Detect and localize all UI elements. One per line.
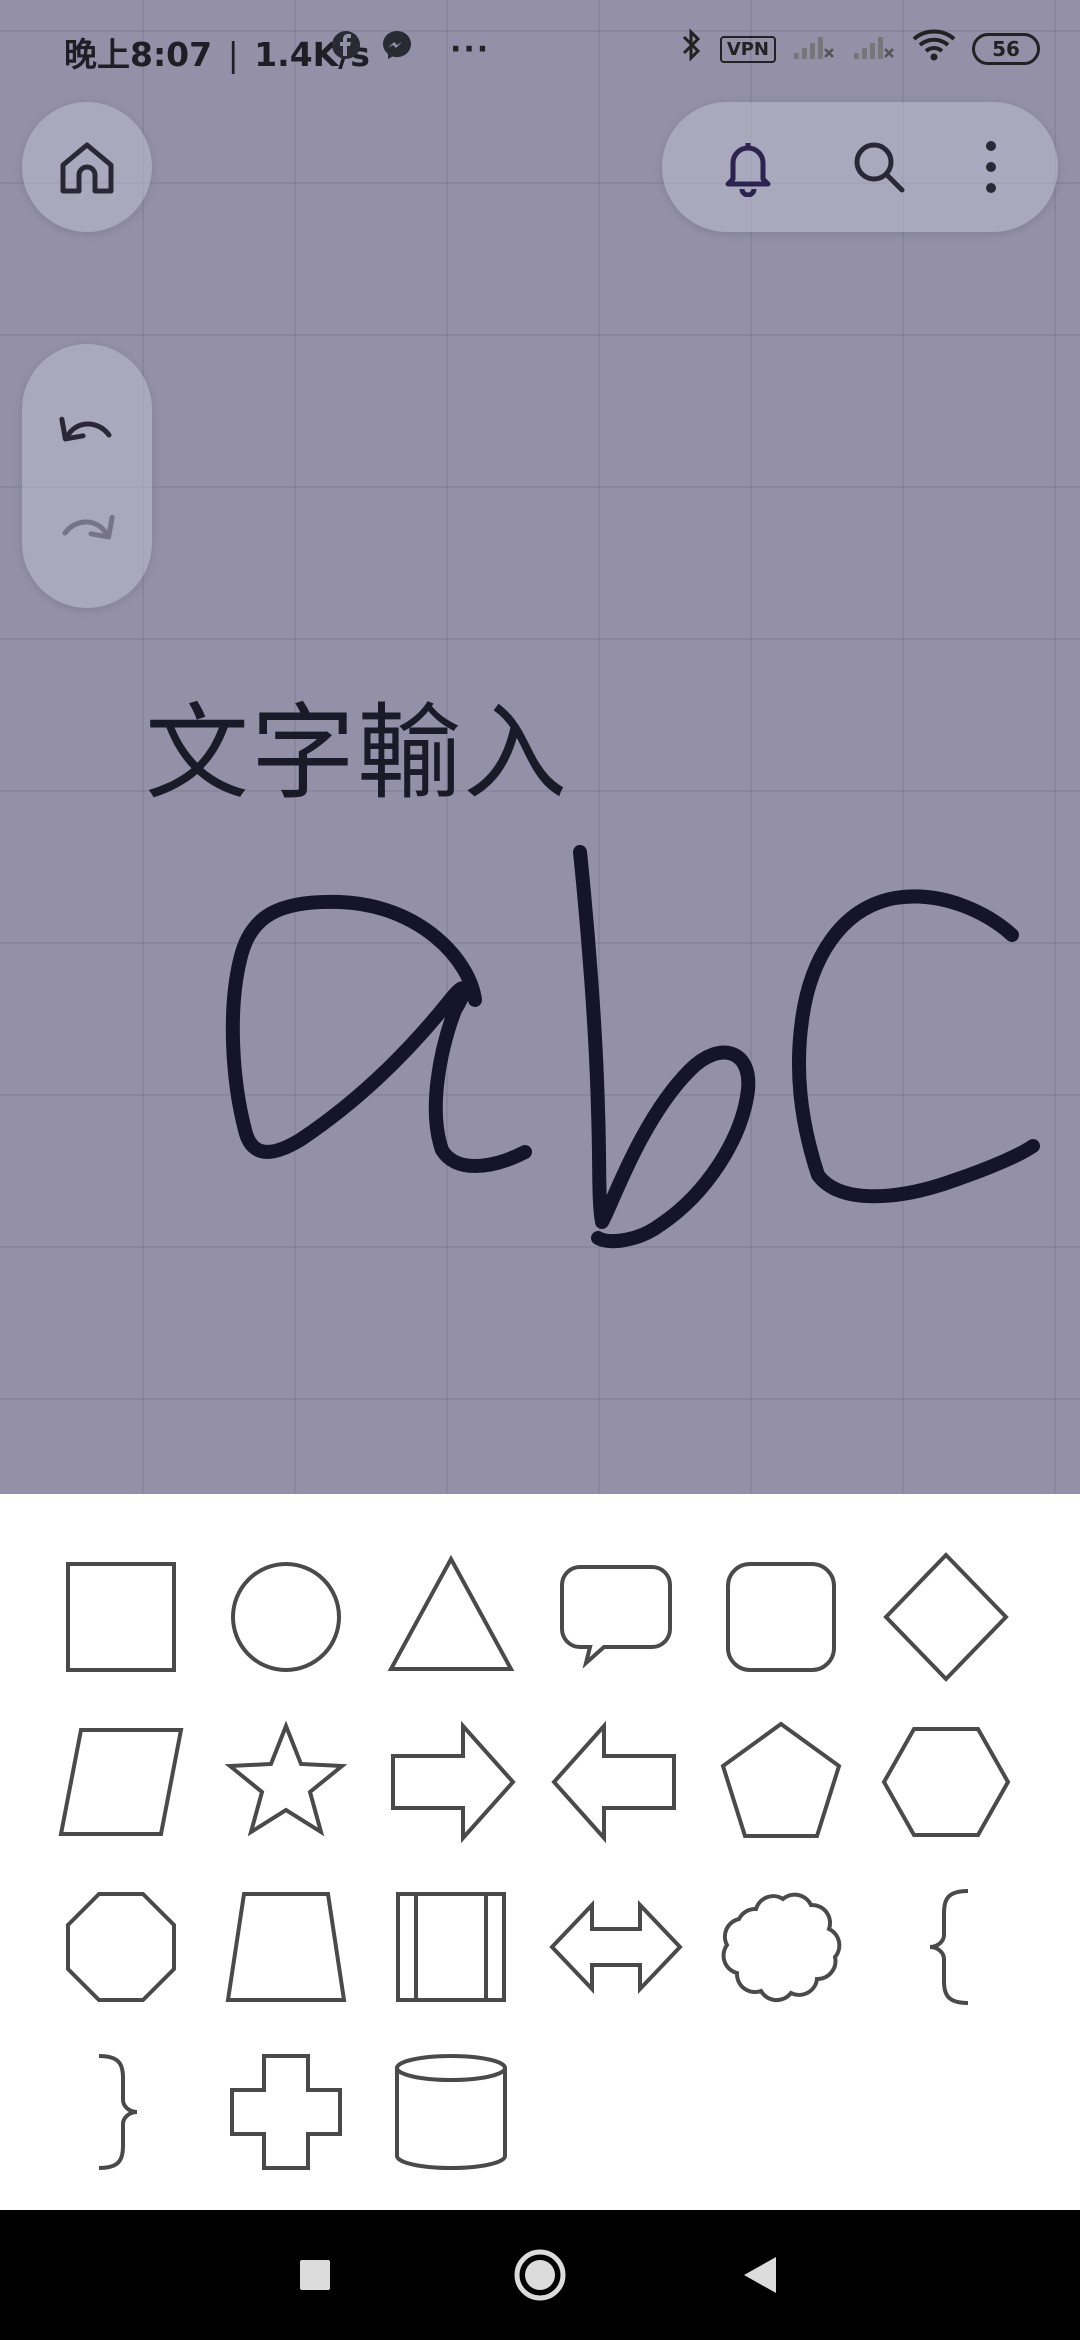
triangle-back-icon (744, 2257, 776, 2293)
shape-panel (0, 1494, 1080, 2210)
shape-trapezoid[interactable] (203, 1864, 368, 2029)
octagon-icon (65, 1891, 176, 2002)
triangle-icon (387, 1554, 514, 1671)
right-brace-icon (98, 2053, 137, 2170)
shape-left-arrow[interactable] (533, 1699, 698, 1864)
square-nav-icon (300, 2260, 330, 2290)
shape-rounded-rectangle[interactable] (698, 1534, 863, 1699)
cylinder-icon (394, 2053, 507, 2170)
shape-pentagon[interactable] (698, 1699, 863, 1864)
shape-octagon[interactable] (38, 1864, 203, 2029)
speech-bubble-icon (559, 1564, 672, 1669)
shape-star[interactable] (203, 1699, 368, 1864)
circle-nav-icon (514, 2249, 566, 2301)
shape-cylinder[interactable] (368, 2029, 533, 2194)
shape-cloud[interactable] (698, 1864, 863, 2029)
double-arrow-icon (548, 1899, 683, 1994)
trapezoid-icon (225, 1891, 346, 2002)
shape-predefined-process[interactable] (368, 1864, 533, 2029)
shape-left-brace[interactable] (863, 1864, 1028, 2029)
rounded-rectangle-icon (725, 1561, 836, 1672)
diamond-icon (882, 1551, 1009, 1682)
left-arrow-icon (550, 1720, 676, 1843)
back-button[interactable] (730, 2245, 790, 2305)
hexagon-icon (881, 1726, 1010, 1837)
recents-button[interactable] (285, 2245, 345, 2305)
system-navigation-bar (0, 2210, 1080, 2340)
cross-icon (229, 2053, 342, 2170)
right-arrow-icon (390, 1720, 516, 1843)
drawing-canvas[interactable]: 晚上8:07 | 1.4K/s ··· VPN 56 文字輸入 (0, 0, 1080, 1494)
shape-right-brace[interactable] (38, 2029, 203, 2194)
shape-grid (38, 1534, 1058, 2194)
shape-cross[interactable] (203, 2029, 368, 2194)
shape-square[interactable] (38, 1534, 203, 1699)
shape-circle[interactable] (203, 1534, 368, 1699)
handwriting-strokes[interactable]: abc (0, 0, 1080, 1494)
left-brace-icon (929, 1888, 968, 2005)
predefined-process-icon (395, 1891, 506, 2002)
star-icon (224, 1720, 347, 1836)
shape-diamond[interactable] (863, 1534, 1028, 1699)
cloud-icon (721, 1892, 841, 2002)
shape-right-arrow[interactable] (368, 1699, 533, 1864)
shape-parallelogram[interactable] (38, 1699, 203, 1864)
shape-speech-bubble[interactable] (533, 1534, 698, 1699)
home-nav-button[interactable] (510, 2245, 570, 2305)
square-icon (65, 1561, 176, 1672)
shape-hexagon[interactable] (863, 1699, 1028, 1864)
circle-icon (230, 1561, 341, 1672)
pentagon-icon (720, 1721, 841, 1838)
shape-double-arrow[interactable] (533, 1864, 698, 2029)
parallelogram-icon (58, 1727, 183, 1836)
shape-triangle[interactable] (368, 1534, 533, 1699)
